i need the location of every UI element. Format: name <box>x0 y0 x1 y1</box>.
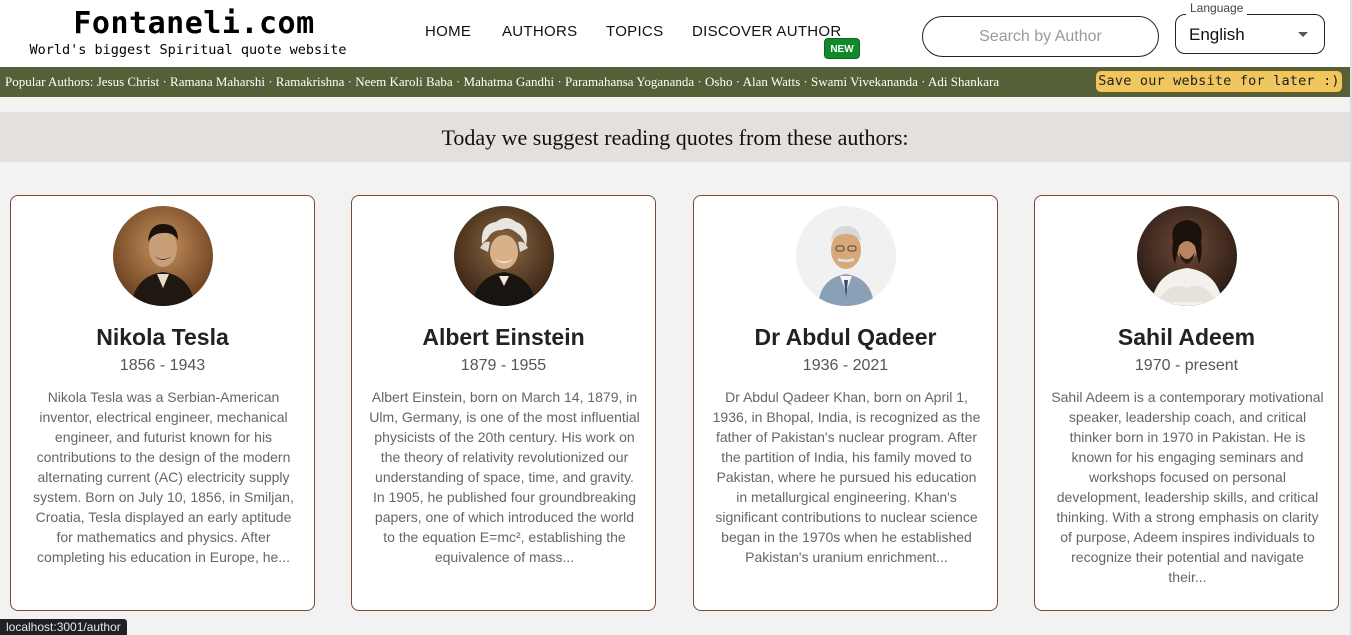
author-years: 1970 - present <box>1134 357 1239 374</box>
nav-home-link[interactable]: HOME <box>425 23 471 40</box>
language-value[interactable]: English <box>1189 25 1245 45</box>
status-url-tooltip: localhost:3001/author <box>0 619 127 635</box>
author-avatar[interactable] <box>1137 206 1237 306</box>
author-search[interactable] <box>922 16 1159 57</box>
author-description: Albert Einstein, born on March 14, 1879,… <box>369 389 640 565</box>
suggestion-banner: Today we suggest reading quotes from the… <box>0 112 1350 162</box>
language-label: Language <box>1186 1 1248 15</box>
author-name[interactable]: Nikola Tesla <box>11 324 314 351</box>
author-years: 1936 - 2021 <box>802 357 889 374</box>
author-card-tesla[interactable]: Nikola Tesla 1856 - 1943 Nikola Tesla wa… <box>10 195 315 611</box>
author-avatar[interactable] <box>113 206 213 306</box>
author-name[interactable]: Dr Abdul Qadeer <box>694 324 997 351</box>
search-input[interactable] <box>923 17 1158 56</box>
logo-subtitle: World's biggest Spiritual quote website <box>29 42 347 58</box>
author-description: Dr Abdul Qadeer Khan, born on April 1, 1… <box>712 389 981 565</box>
new-badge: NEW <box>824 38 860 59</box>
nav-authors-link[interactable]: AUTHORS <box>502 23 577 40</box>
author-card-einstein[interactable]: Albert Einstein 1879 - 1955 Albert Einst… <box>351 195 656 611</box>
author-avatar[interactable] <box>454 206 554 306</box>
save-website-button[interactable]: Save our website for later :) <box>1095 70 1343 93</box>
site-header: Fontaneli.com World's biggest Spiritual … <box>0 0 1352 67</box>
author-description: Sahil Adeem is a contemporary motivation… <box>1051 389 1324 585</box>
language-select[interactable]: Language English <box>1175 1 1325 54</box>
author-card-sahil-adeem[interactable]: Sahil Adeem 1970 - present Sahil Adeem i… <box>1034 195 1339 611</box>
caret-down-icon[interactable] <box>1298 32 1308 37</box>
nav-discover-author-link[interactable]: DISCOVER AUTHOR <box>692 23 842 40</box>
author-years: 1856 - 1943 <box>119 357 206 374</box>
author-name[interactable]: Albert Einstein <box>352 324 655 351</box>
author-avatar[interactable] <box>796 206 896 306</box>
author-name[interactable]: Sahil Adeem <box>1035 324 1338 351</box>
nav-topics-link[interactable]: TOPICS <box>606 23 663 40</box>
popular-authors-list[interactable]: Popular Authors: Jesus Christ · Ramana M… <box>5 74 999 90</box>
author-years: 1879 - 1955 <box>460 357 547 374</box>
author-card-abdul-qadeer[interactable]: Dr Abdul Qadeer 1936 - 2021 Dr Abdul Qad… <box>693 195 998 611</box>
author-description: Nikola Tesla was a Serbian-American inve… <box>33 389 294 565</box>
logo-title[interactable]: Fontaneli.com <box>24 6 364 42</box>
site-logo[interactable]: Fontaneli.com World's biggest Spiritual … <box>24 6 364 58</box>
suggestion-heading: Today we suggest reading quotes from the… <box>441 125 909 150</box>
